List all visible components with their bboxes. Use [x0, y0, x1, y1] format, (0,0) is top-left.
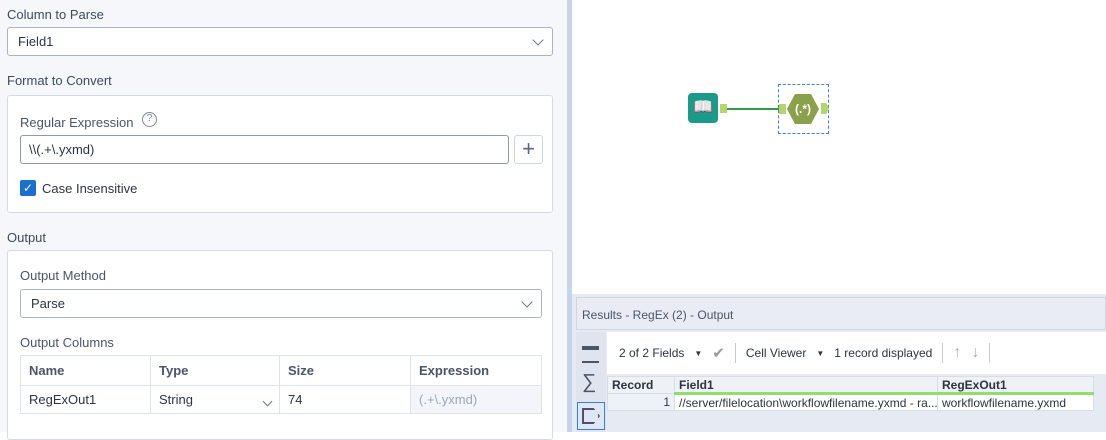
col-header-type: Type [150, 355, 280, 386]
case-insensitive-label: Case Insensitive [42, 181, 138, 196]
apply-checkmark-icon[interactable]: ✔ [712, 344, 725, 362]
output-method-value: Parse [31, 296, 65, 311]
output-method-select[interactable]: Parse [20, 289, 542, 318]
format-to-convert-label: Format to Convert [7, 73, 112, 88]
results-title: Results - RegEx (2) - Output [576, 297, 1106, 330]
regexout1-cell[interactable]: workflowfilename.yxmd [937, 393, 1094, 411]
size-cell[interactable]: 74 [279, 385, 411, 414]
output-columns-table: Name Type Size Expression RegExOut1 String … [20, 355, 542, 414]
col-header-size: Size [279, 355, 411, 386]
configuration-panel: Column to Parse Field1 Format to Convert… [0, 0, 567, 440]
workflow-canvas[interactable]: 📖 (.*) [572, 0, 1106, 294]
results-toolbar: 2 of 2 Fields ▼ ✔ Cell Viewer ▼ 1 record d… [607, 332, 1106, 374]
name-cell[interactable]: RegExOut1 [20, 385, 151, 414]
table-view-icon[interactable] [582, 346, 599, 363]
output-anchor[interactable] [720, 104, 727, 113]
connection-line [727, 108, 779, 110]
table-row: RegExOut1 String 74 (.+\.yxmd) [20, 385, 542, 414]
caret-down-icon[interactable]: ▼ [816, 349, 824, 358]
regex-label: Regular Expression [20, 115, 134, 130]
type-select[interactable]: String [150, 385, 280, 414]
arrow-down-icon[interactable]: ↓ [971, 344, 979, 362]
col-header-name: Name [20, 355, 151, 386]
grid-header-record[interactable]: Record [607, 376, 675, 394]
chevron-down-icon [262, 396, 273, 407]
grid-header-field1[interactable]: Field1 [674, 376, 938, 395]
col-header-expression: Expression [410, 355, 542, 386]
format-section: Regular Expression ? \\(.+\.yxmd) + ✓ Ca… [7, 95, 553, 213]
output-label: Output [7, 230, 47, 245]
output-columns-label: Output Columns [20, 335, 114, 350]
results-sidebar: ∑ [576, 332, 606, 432]
chevron-down-icon [521, 295, 533, 308]
arrow-up-icon[interactable]: ↑ [953, 344, 961, 362]
column-to-parse-value: Field1 [18, 34, 54, 49]
input-data-tool-icon[interactable]: 📖 [688, 93, 718, 123]
summary-icon[interactable]: ∑ [582, 372, 596, 392]
metadata-icon[interactable] [577, 402, 605, 430]
help-icon[interactable]: ? [142, 112, 157, 127]
regex-tool-icon[interactable]: (.*) [787, 93, 819, 125]
regex-input[interactable]: \\(.+\.yxmd) [20, 135, 509, 164]
record-cell: 1 [607, 393, 675, 411]
chevron-down-icon [532, 33, 544, 46]
column-to-parse-select[interactable]: Field1 [7, 27, 553, 56]
record-count: 1 record displayed [834, 346, 933, 360]
input-anchor [779, 104, 786, 114]
caret-down-icon[interactable]: ▼ [694, 349, 702, 358]
regex-tool-selection[interactable]: (.*) [778, 84, 829, 134]
case-insensitive-checkbox[interactable]: ✓ [20, 180, 36, 196]
table-row: 1//server/filelocation\workflowfilename.… [607, 393, 1094, 411]
results-grid: Record Field1 RegExOut1 1//server/fileloca… [607, 376, 1094, 411]
expression-cell: (.+\.yxmd) [410, 385, 542, 414]
type-value: String [159, 392, 193, 407]
add-expression-button[interactable]: + [514, 135, 543, 164]
cell-viewer-dropdown[interactable]: Cell Viewer [746, 346, 806, 360]
results-panel: Results - RegEx (2) - Output ∑ 2 of 2 Fi… [572, 294, 1106, 432]
column-to-parse-label: Column to Parse [7, 7, 104, 22]
output-section: Output Method Parse Output Columns Name T… [7, 250, 553, 440]
grid-header-regexout1[interactable]: RegExOut1 [937, 376, 1094, 395]
fields-dropdown[interactable]: 2 of 2 Fields [619, 346, 684, 360]
field1-cell[interactable]: //server/filelocation\workflowfilename.y… [674, 393, 938, 411]
output-anchor [821, 103, 829, 114]
output-method-label: Output Method [20, 268, 106, 283]
